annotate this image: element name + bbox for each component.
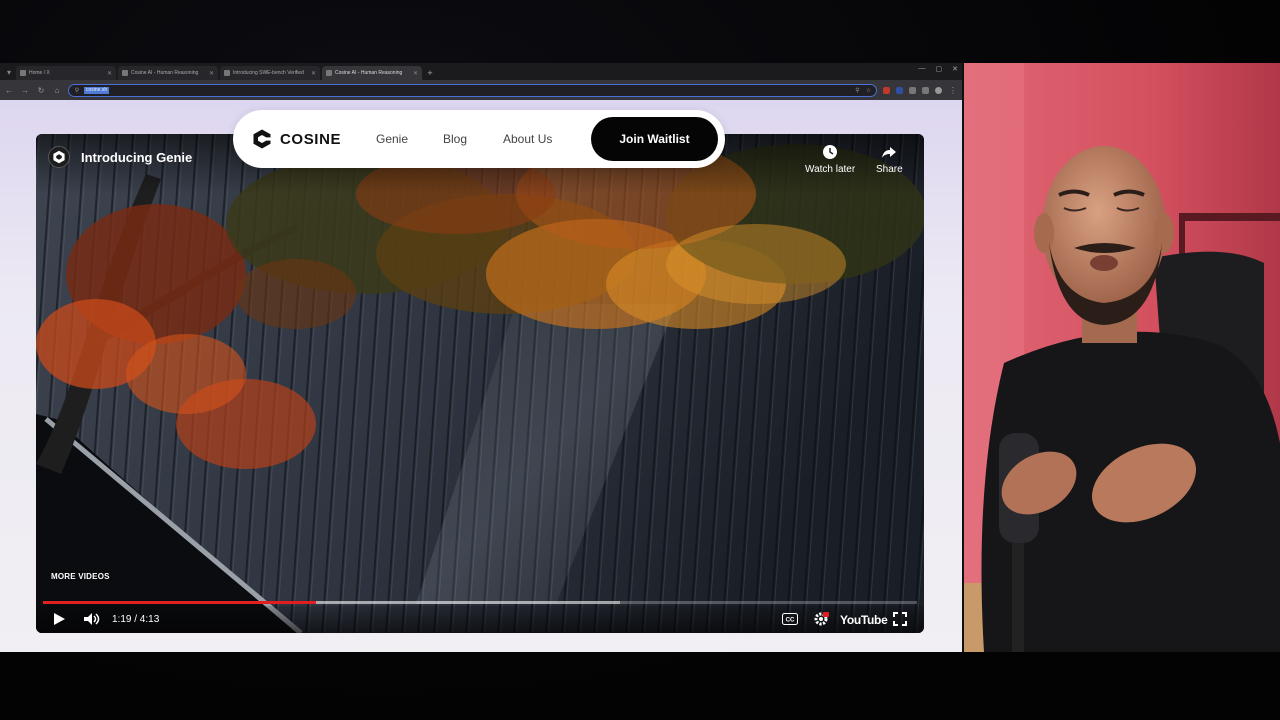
share-button[interactable]: Share <box>876 144 903 175</box>
menu-dots-icon[interactable]: ⋮ <box>948 86 958 95</box>
openai-favicon-icon <box>224 70 230 76</box>
bookmark-star-icon[interactable]: ☆ <box>866 87 871 94</box>
extension-icon[interactable] <box>896 86 903 94</box>
forward-icon[interactable]: → <box>20 86 30 95</box>
close-tab-icon[interactable]: ✕ <box>413 70 418 77</box>
profile-avatar-icon[interactable] <box>935 86 942 94</box>
watch-later-label: Watch later <box>805 164 856 175</box>
nav-link-about-us[interactable]: About Us <box>503 132 552 146</box>
browser-toolbar: ← → ↻ ⌂ ⚲ cosine.sh ⚲ ☆ ⋮ <box>0 80 962 100</box>
tab-title: Cosine AI - Human Reasoning <box>335 70 403 76</box>
settings-button[interactable] <box>813 611 829 632</box>
site-info-icon[interactable]: ⚲ <box>74 87 80 94</box>
web-page: Introducing Genie Watch later Share MORE… <box>0 100 962 652</box>
browser-window: ▾ Home / X ✕ Cosine AI - Human Reasoning… <box>0 63 962 652</box>
address-text[interactable]: cosine.sh <box>84 86 110 94</box>
window-controls: — ▢ ✕ <box>919 65 959 73</box>
zoom-icon[interactable]: ⚲ <box>855 87 859 94</box>
volume-button[interactable] <box>83 612 101 631</box>
time-display: 1:19 / 4:13 <box>112 614 160 625</box>
close-tab-icon[interactable]: ✕ <box>209 70 214 77</box>
extension-icon[interactable] <box>922 86 929 94</box>
tab-search-icon[interactable]: ▾ <box>2 66 16 80</box>
player-controls: 1:19 / 4:13 CC YouTube <box>36 606 924 633</box>
back-icon[interactable]: ← <box>4 86 14 95</box>
browser-tab[interactable]: Introducing SWE-bench Verified ✕ <box>220 66 320 80</box>
minimize-icon[interactable]: — <box>919 65 926 73</box>
screen-recording: ▾ Home / X ✕ Cosine AI - Human Reasoning… <box>0 0 1280 720</box>
close-tab-icon[interactable]: ✕ <box>311 70 316 77</box>
nav-link-genie[interactable]: Genie <box>376 132 408 146</box>
play-icon <box>54 613 65 625</box>
gear-icon <box>814 612 829 626</box>
channel-avatar[interactable] <box>48 146 70 168</box>
fullscreen-icon <box>893 612 907 626</box>
cosine-logo-icon <box>53 150 65 164</box>
speaker-icon <box>84 613 100 625</box>
cosine-favicon-icon <box>122 70 128 76</box>
tab-title: Home / X <box>29 70 50 76</box>
youtube-player[interactable]: Introducing Genie Watch later Share MORE… <box>36 134 924 633</box>
progress-bar[interactable] <box>43 601 917 604</box>
play-button[interactable] <box>52 612 66 631</box>
reload-icon[interactable]: ↻ <box>36 86 46 95</box>
x-favicon-icon <box>20 70 26 76</box>
progress-played <box>43 601 316 604</box>
more-videos-label[interactable]: MORE VIDEOS <box>51 572 110 581</box>
extension-icon[interactable] <box>883 86 890 94</box>
join-waitlist-button[interactable]: Join Waitlist <box>591 117 718 161</box>
svg-text:CC: CC <box>786 618 795 624</box>
fullscreen-button[interactable] <box>893 612 907 631</box>
nav-link-blog[interactable]: Blog <box>443 132 467 146</box>
cosine-favicon-icon <box>326 70 332 76</box>
browser-tab[interactable]: Cosine AI - Human Reasoning ✕ <box>118 66 218 80</box>
browser-tab[interactable]: Home / X ✕ <box>16 66 116 80</box>
youtube-logo[interactable]: YouTube <box>840 613 888 627</box>
close-window-icon[interactable]: ✕ <box>952 65 958 73</box>
tab-title: Introducing SWE-bench Verified <box>233 70 304 76</box>
home-icon[interactable]: ⌂ <box>52 86 62 95</box>
cc-icon: CC <box>782 613 798 625</box>
cosine-logo-icon[interactable] <box>252 129 272 149</box>
clock-icon <box>823 145 838 159</box>
tab-bar: ▾ Home / X ✕ Cosine AI - Human Reasoning… <box>0 63 962 80</box>
video-frame <box>36 134 924 633</box>
cosine-navbar: COSINE Genie Blog About Us Join Waitlist <box>233 110 725 168</box>
presenter-video <box>964 63 1280 652</box>
webcam-feed <box>964 63 1280 652</box>
extensions-area: ⋮ <box>883 86 958 95</box>
address-bar[interactable]: ⚲ cosine.sh ⚲ ☆ <box>68 83 877 97</box>
watch-later-button[interactable]: Watch later <box>805 144 855 175</box>
tab-title: Cosine AI - Human Reasoning <box>131 70 199 76</box>
maximize-icon[interactable]: ▢ <box>936 65 943 73</box>
browser-tab-active[interactable]: Cosine AI - Human Reasoning ✕ <box>322 66 422 80</box>
extension-icon[interactable] <box>909 86 916 94</box>
share-arrow-icon <box>882 147 897 158</box>
brand-name[interactable]: COSINE <box>280 131 341 148</box>
close-tab-icon[interactable]: ✕ <box>107 70 112 77</box>
captions-button[interactable]: CC <box>782 612 798 630</box>
share-label: Share <box>876 164 903 175</box>
new-tab-button[interactable]: + <box>424 66 436 80</box>
video-title[interactable]: Introducing Genie <box>81 150 192 165</box>
